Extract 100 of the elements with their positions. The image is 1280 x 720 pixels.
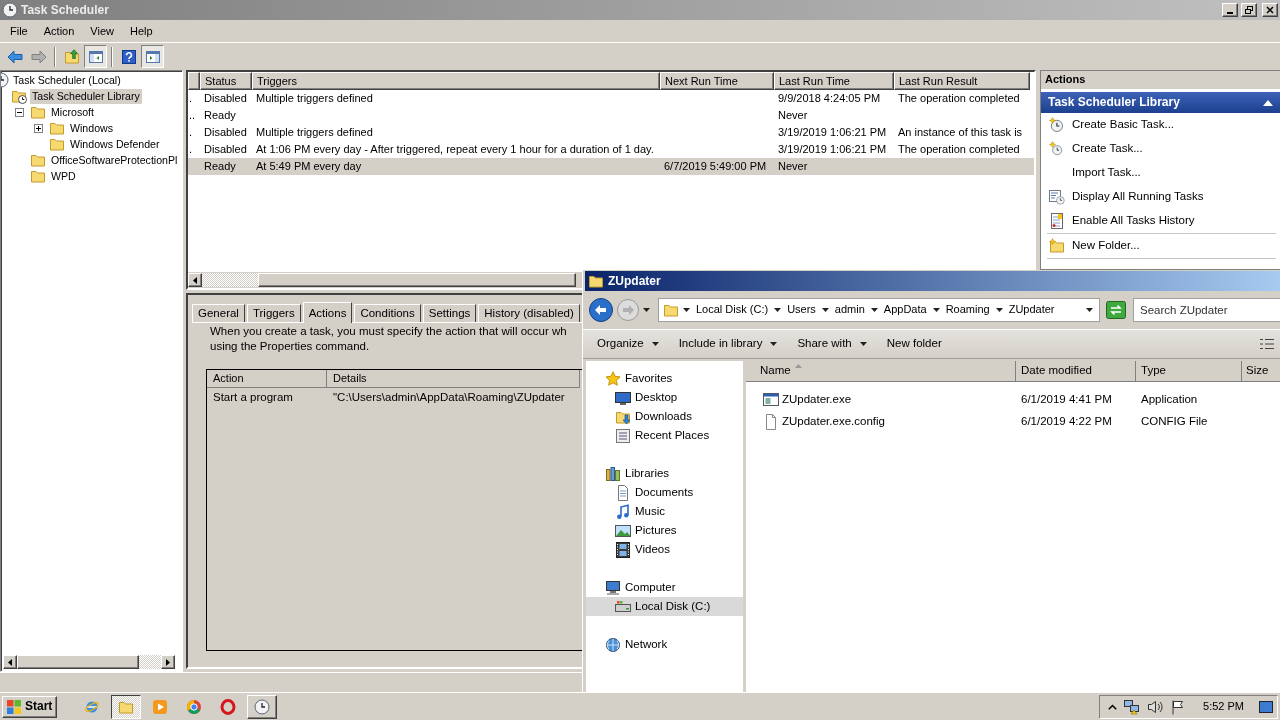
task-row[interactable]: Ready At 5:49 PM every day 6/7/2019 5:49:00 PM Never: [188, 158, 1034, 175]
column-header[interactable]: Action: [207, 370, 327, 388]
caret-icon[interactable]: [995, 308, 1003, 312]
file-row[interactable]: ZUpdater.exe 6/1/2019 4:41 PM Application: [746, 389, 1280, 411]
menu-item[interactable]: Help: [121, 22, 161, 40]
nav-item[interactable]: Recent Places: [586, 426, 743, 445]
tab[interactable]: Conditions: [354, 304, 421, 322]
minimize-button[interactable]: [1222, 3, 1238, 17]
tree-item[interactable]: Windows: [68, 120, 115, 136]
scrollbar-thumb[interactable]: [17, 655, 139, 669]
nav-item[interactable]: Libraries: [586, 464, 743, 483]
command-button[interactable]: Share with: [789, 334, 875, 354]
file-row[interactable]: ZUpdater.exe.config 6/1/2019 4:22 PM CONFIG File: [746, 411, 1280, 433]
column-header[interactable]: Type: [1136, 361, 1242, 382]
speaker-icon[interactable]: [1147, 698, 1164, 715]
caret-icon[interactable]: [1086, 308, 1093, 312]
breadcrumb-item[interactable]: Local Disk (C:): [694, 303, 771, 317]
column-header[interactable]: Next Run Time: [660, 72, 774, 90]
close-button[interactable]: [1262, 3, 1278, 17]
action-item[interactable]: Display All Running Tasks: [1041, 185, 1280, 209]
breadcrumb-item[interactable]: ZUpdater: [1006, 303, 1057, 317]
task-row[interactable]: . Disabled Multiple triggers defined 9/9/2018 4:24:05 PM The operation completed: [188, 90, 1034, 107]
command-button[interactable]: Include in library: [670, 334, 786, 354]
column-header[interactable]: Triggers: [252, 72, 660, 90]
toolbar-button[interactable]: [141, 45, 164, 68]
menu-item[interactable]: View: [82, 22, 122, 40]
action-item[interactable]: Enable All Tasks History: [1041, 209, 1280, 233]
nav-item[interactable]: Computer: [586, 578, 743, 597]
breadcrumb-item[interactable]: Users: [785, 303, 818, 317]
action-item[interactable]: Import Task...: [1041, 161, 1280, 185]
chevron-up-icon[interactable]: [1108, 703, 1118, 710]
nav-item[interactable]: Pictures: [586, 521, 743, 540]
column-header[interactable]: Name: [746, 361, 1016, 382]
view-options-icon[interactable]: [1260, 338, 1274, 350]
start-button[interactable]: Start: [2, 695, 58, 718]
section-header[interactable]: Task Scheduler Library: [1041, 92, 1280, 113]
caret-icon[interactable]: [821, 308, 829, 312]
nav-item[interactable]: Videos: [586, 540, 743, 559]
tab[interactable]: Actions: [302, 302, 353, 323]
nav-item[interactable]: Downloads: [586, 407, 743, 426]
nav-item[interactable]: Local Disk (C:): [586, 597, 743, 616]
breadcrumb-item[interactable]: AppData: [881, 303, 929, 317]
tree-item[interactable]: Windows Defender: [68, 136, 162, 152]
taskbar-button[interactable]: [111, 694, 142, 719]
tree-item[interactable]: Task Scheduler (Local): [11, 72, 123, 88]
tab[interactable]: History (disabled): [478, 304, 580, 322]
action-item[interactable]: New Folder...: [1041, 234, 1280, 258]
tab[interactable]: General: [192, 304, 245, 322]
restore-button[interactable]: [1241, 3, 1257, 17]
caret-icon[interactable]: [651, 342, 659, 346]
tree-item[interactable]: Task Scheduler Library: [30, 88, 142, 104]
nav-item[interactable]: Network: [586, 635, 743, 654]
expand-icon[interactable]: [34, 123, 43, 133]
scroll-right-button[interactable]: [161, 655, 175, 669]
column-header[interactable]: Last Run Time: [774, 72, 894, 90]
column-header[interactable]: Date modified: [1016, 361, 1136, 382]
action-item[interactable]: Create Basic Task...: [1041, 113, 1280, 137]
action-item[interactable]: Create Task...: [1041, 137, 1280, 161]
caret-icon[interactable]: [643, 308, 650, 312]
toolbar-button[interactable]: [84, 45, 107, 68]
nav-item[interactable]: Documents: [586, 483, 743, 502]
collapse-icon[interactable]: [1263, 99, 1273, 106]
tree-item[interactable]: OfficeSoftwareProtectionPl: [49, 152, 180, 168]
menu-item[interactable]: File: [2, 22, 36, 40]
caret-icon[interactable]: [774, 308, 782, 312]
tree-item[interactable]: Microsoft: [49, 104, 96, 120]
network-icon[interactable]: [1124, 698, 1141, 715]
caret-icon[interactable]: [683, 308, 690, 312]
caret-icon[interactable]: [859, 342, 867, 346]
task-row[interactable]: .. Ready Never: [188, 107, 1034, 124]
caret-icon[interactable]: [870, 308, 878, 312]
back-button[interactable]: [589, 298, 613, 322]
collapse-icon[interactable]: [15, 107, 24, 117]
address-bar[interactable]: Local Disk (C:) Users admin AppData Roaming ZUpdater: [658, 298, 1100, 322]
column-header[interactable]: Size: [1242, 361, 1280, 382]
search-field[interactable]: Search ZUpdater: [1133, 298, 1280, 322]
tab[interactable]: Triggers: [246, 304, 301, 322]
nav-item[interactable]: Favorites: [586, 369, 743, 388]
command-button[interactable]: Organize: [589, 334, 667, 354]
breadcrumb-item[interactable]: Roaming: [943, 303, 992, 317]
breadcrumb-item[interactable]: admin: [832, 303, 867, 317]
scroll-left-button[interactable]: [188, 273, 202, 287]
show-desktop-icon[interactable]: [1259, 698, 1273, 715]
refresh-button[interactable]: [1106, 301, 1126, 319]
command-button[interactable]: New folder: [878, 334, 950, 354]
scroll-left-button[interactable]: [3, 655, 17, 669]
column-header[interactable]: Last Run Result: [894, 72, 1030, 90]
tree-item[interactable]: WPD: [49, 168, 78, 184]
task-row[interactable]: . Disabled Multiple triggers defined 3/19/2019 1:06:21 PM An instance of this task is: [188, 124, 1034, 141]
menu-item[interactable]: Action: [35, 22, 83, 40]
nav-item[interactable]: Desktop: [586, 388, 743, 407]
column-header[interactable]: [188, 72, 200, 90]
column-header[interactable]: Details: [327, 370, 580, 388]
clock-text[interactable]: 5:52 PM: [1193, 699, 1252, 714]
task-row[interactable]: . Disabled At 1:06 PM every day - After triggered, repeat every 1 hour for a duration of 1 day. 3/19/2019 1:06:21 PM The operation completed: [188, 141, 1034, 158]
column-header[interactable]: Status: [200, 72, 252, 90]
nav-item[interactable]: Music: [586, 502, 743, 521]
caret-icon[interactable]: [770, 342, 778, 346]
caret-icon[interactable]: [932, 308, 940, 312]
tab[interactable]: Settings: [422, 304, 477, 322]
